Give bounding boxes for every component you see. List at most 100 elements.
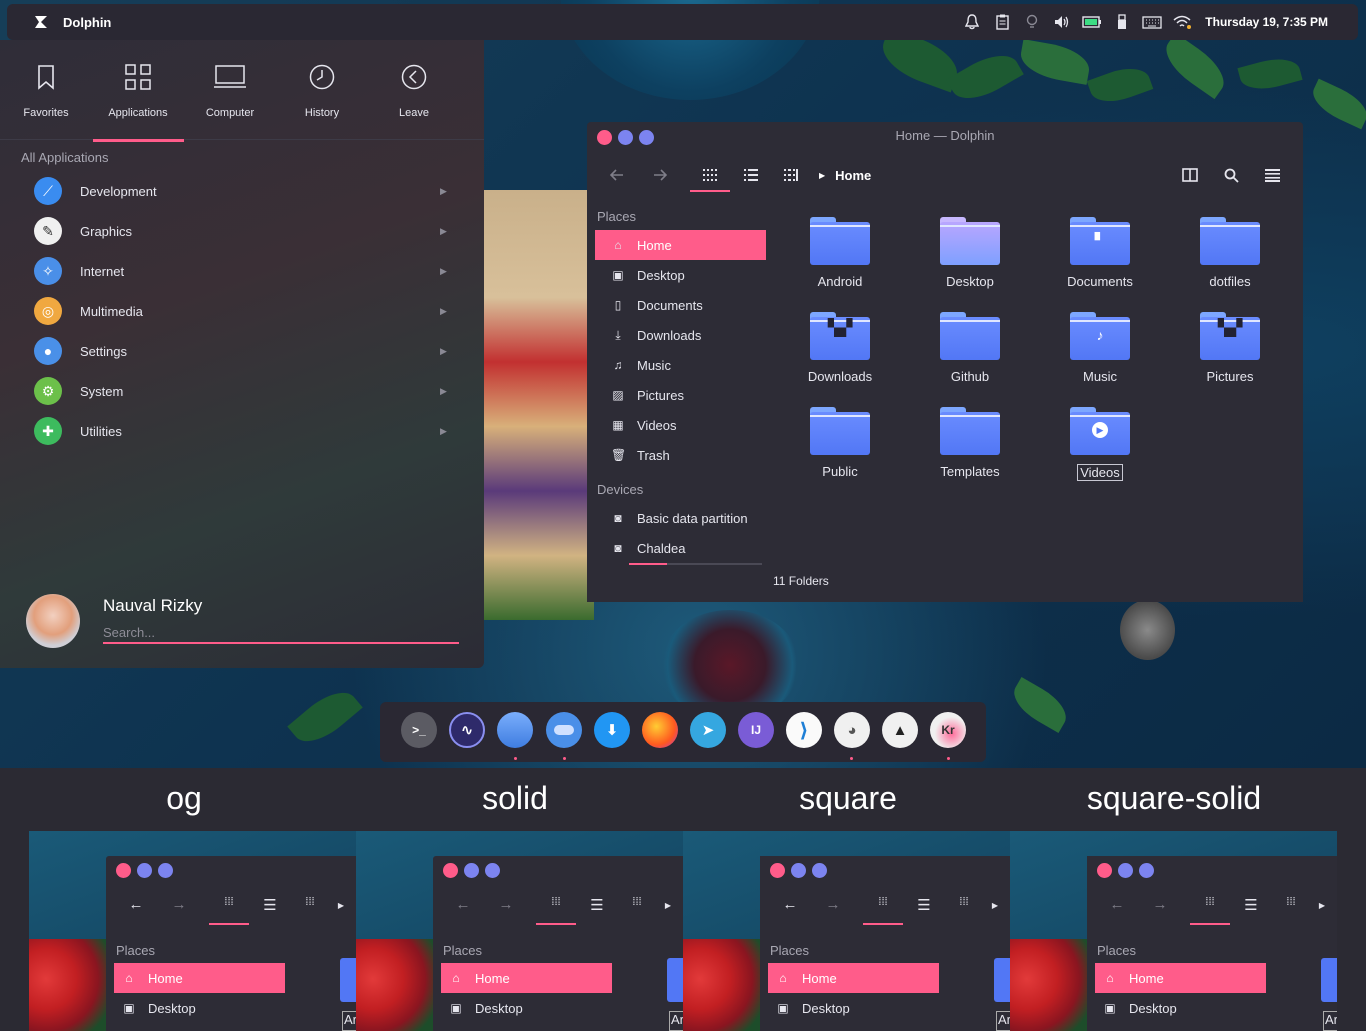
minimize-button[interactable] [137,863,152,878]
list-icon[interactable]: ☰ [911,896,937,914]
icons-view-icon[interactable]: ⁞⁞⁞ [870,896,896,908]
arrow-right-icon[interactable]: → [166,896,192,913]
firefox-icon[interactable] [642,712,678,748]
sidebar-item-trash[interactable]: 🗑 Trash [595,440,766,470]
arrow-right-icon[interactable]: → [820,896,846,913]
list-icon[interactable]: ☰ [584,896,610,914]
category-graphics[interactable]: ✎ Graphics ▶ [0,211,484,251]
search-button[interactable] [1215,156,1247,194]
sidebar-item-desktop[interactable]: ▣ Desktop [768,993,939,1023]
details-view-button[interactable] [735,156,767,194]
terminal-icon[interactable]: >_ [401,712,437,748]
sidebar-item-videos[interactable]: ▦ Videos [595,410,766,440]
folder-templates[interactable]: Templates [905,407,1035,479]
telegram-icon[interactable]: ➤ [690,712,726,748]
folder-desktop[interactable]: Desktop [905,217,1035,289]
minimize-button[interactable] [1118,863,1133,878]
compact-view-icon[interactable]: ⁞⁞⁞ [951,896,977,908]
icons-view-icon[interactable]: ⁞⁞⁞ [216,896,242,908]
files-icon[interactable] [497,712,533,748]
intellij-icon[interactable]: IJ [738,712,774,748]
close-button[interactable] [116,863,131,878]
sidebar-item-home[interactable]: ⌂ Home [441,963,612,993]
search-input[interactable] [103,622,459,644]
wifi-icon[interactable] [1167,12,1197,32]
arrow-left-icon[interactable]: ← [123,896,149,913]
arrow-right-icon[interactable]: → [1147,896,1173,913]
vscode-icon[interactable]: ⟩ [786,712,822,748]
category-utilities[interactable]: ✚ Utilities ▶ [0,411,484,451]
sidebar-item-basic-data-partition[interactable]: ◙ Basic data partition [595,503,766,533]
minimize-button[interactable] [464,863,479,878]
folder-github[interactable]: Github [905,312,1035,384]
dolphin-app-icon[interactable] [31,12,51,32]
folder-dotfiles[interactable]: dotfiles [1165,217,1295,289]
sidebar-item-desktop[interactable]: ▣ Desktop [1095,993,1266,1023]
folder-documents[interactable]: ▘ Documents [1035,217,1165,289]
category-multimedia[interactable]: ◎ Multimedia ▶ [0,291,484,331]
list-icon[interactable]: ☰ [1238,896,1264,914]
folder-music[interactable]: ♪ Music [1035,312,1165,384]
tab-history[interactable]: History [276,40,368,140]
krita-icon[interactable]: Kr [930,712,966,748]
icons-view-button[interactable] [694,156,726,194]
maximize-button[interactable] [158,863,173,878]
maximize-button[interactable] [485,863,500,878]
keyboard-icon[interactable] [1137,12,1167,32]
folder-pictures[interactable]: ▚▞ Pictures [1165,312,1295,384]
settings-icon[interactable] [546,712,582,748]
sidebar-item-pictures[interactable]: ▨ Pictures [595,380,766,410]
tab-leave[interactable]: Leave [368,40,460,140]
folder-android[interactable]: Android [775,217,905,289]
arrow-left-icon[interactable]: ← [777,896,803,913]
category-settings[interactable]: ● Settings ▶ [0,331,484,371]
active-app-title[interactable]: Dolphin [63,15,111,30]
category-development[interactable]: ⟋ Development ▶ [0,171,484,211]
close-button[interactable] [1097,863,1112,878]
sidebar-item-desktop[interactable]: ▣ Desktop [114,993,285,1023]
compact-view-button[interactable] [775,156,807,194]
sidebar-item-downloads[interactable]: ⤓ Downloads [595,320,766,350]
sidebar-item-home[interactable]: ⌂ Home [114,963,285,993]
arrow-right-icon[interactable]: → [493,896,519,913]
compact-view-icon[interactable]: ⁞⁞⁞ [1278,896,1304,908]
icons-view-icon[interactable]: ⁞⁞⁞ [543,896,569,908]
breadcrumb[interactable]: ▶ Home [819,156,871,194]
sidebar-item-home[interactable]: ⌂ Home [595,230,766,260]
category-system[interactable]: ⚙ System ▶ [0,371,484,411]
folder-videos[interactable]: ▶ Videos [1035,407,1165,481]
avatar[interactable] [26,594,80,648]
gimp-icon[interactable]: ◕ [834,712,870,748]
breadcrumb-home[interactable]: Home [835,168,871,183]
forward-button[interactable] [644,156,676,194]
volume-icon[interactable] [1047,12,1077,32]
clipboard-icon[interactable] [987,12,1017,32]
battery-icon[interactable] [1077,12,1107,32]
compact-view-icon[interactable]: ⁞⁞⁞ [624,896,650,908]
maximize-button[interactable] [1139,863,1154,878]
usb-icon[interactable] [1107,12,1137,32]
sidebar-item-music[interactable]: ♫ Music [595,350,766,380]
maximize-button[interactable] [812,863,827,878]
icons-view-icon[interactable]: ⁞⁞⁞ [1197,896,1223,908]
clock[interactable]: Thursday 19, 7:35 PM [1205,15,1328,29]
tab-favorites[interactable]: Favorites [0,40,92,140]
bell-icon[interactable] [957,12,987,32]
back-button[interactable] [601,156,633,194]
sidebar-item-desktop[interactable]: ▣ Desktop [441,993,612,1023]
sidebar-item-documents[interactable]: ▯ Documents [595,290,766,320]
sidebar-item-home[interactable]: ⌂ Home [1095,963,1266,993]
compact-view-icon[interactable]: ⁞⁞⁞ [297,896,323,908]
list-icon[interactable]: ☰ [257,896,283,914]
sidebar-item-chaldea[interactable]: ◙ Chaldea [595,533,766,563]
arrow-left-icon[interactable]: ← [1104,896,1130,913]
split-view-button[interactable] [1174,156,1206,194]
system-monitor-icon[interactable]: ∿ [449,712,485,748]
sidebar-item-home[interactable]: ⌂ Home [768,963,939,993]
close-button[interactable] [443,863,458,878]
downloader-icon[interactable]: ⬇ [594,712,630,748]
lightbulb-icon[interactable] [1017,12,1047,32]
close-button[interactable] [770,863,785,878]
inkscape-icon[interactable]: ▲ [882,712,918,748]
minimize-button[interactable] [791,863,806,878]
